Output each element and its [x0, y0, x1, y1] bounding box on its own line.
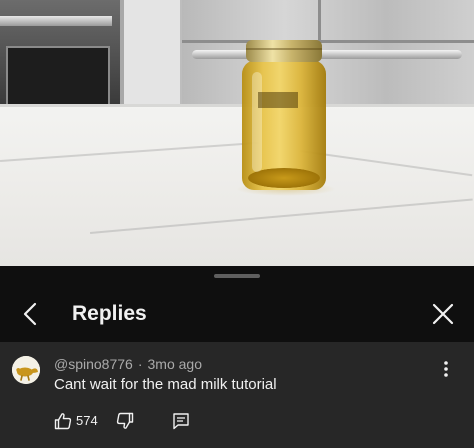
video-cabinet: [124, 0, 182, 105]
like-button[interactable]: [54, 412, 72, 430]
app-root: Replies @spino8776 · 3mo ago Cant wait for…: [0, 0, 474, 448]
user-avatar: [12, 356, 40, 384]
like-count: 574: [76, 413, 98, 428]
dislike-button[interactable]: [116, 412, 134, 430]
back-button[interactable]: [16, 300, 44, 328]
comment-more-button[interactable]: [436, 358, 456, 380]
video-player[interactable]: [0, 0, 474, 266]
thumb-up-icon: [54, 413, 72, 430]
video-fridge: [182, 0, 474, 108]
close-button[interactable]: [428, 300, 458, 328]
more-vertical-icon: [444, 361, 448, 377]
comment-text: Cant wait for the mad milk tutorial: [54, 376, 277, 393]
video-countertop: [0, 104, 474, 266]
avatar[interactable]: [12, 356, 40, 384]
panel-drag-handle[interactable]: [214, 274, 260, 278]
comment-author[interactable]: @spino8776: [54, 356, 133, 372]
close-icon: [432, 303, 454, 325]
video-oven: [0, 0, 124, 106]
reply-button[interactable]: [172, 412, 190, 430]
reply-comment-icon: [173, 413, 189, 430]
chevron-left-icon: [23, 302, 37, 326]
thumb-down-icon: [116, 412, 134, 429]
replies-title: Replies: [72, 302, 147, 325]
comment-time: 3mo ago: [147, 356, 202, 372]
video-jar-lid: [246, 40, 322, 62]
meta-separator: ·: [137, 356, 143, 372]
comment-meta: @spino8776 · 3mo ago: [54, 356, 202, 372]
